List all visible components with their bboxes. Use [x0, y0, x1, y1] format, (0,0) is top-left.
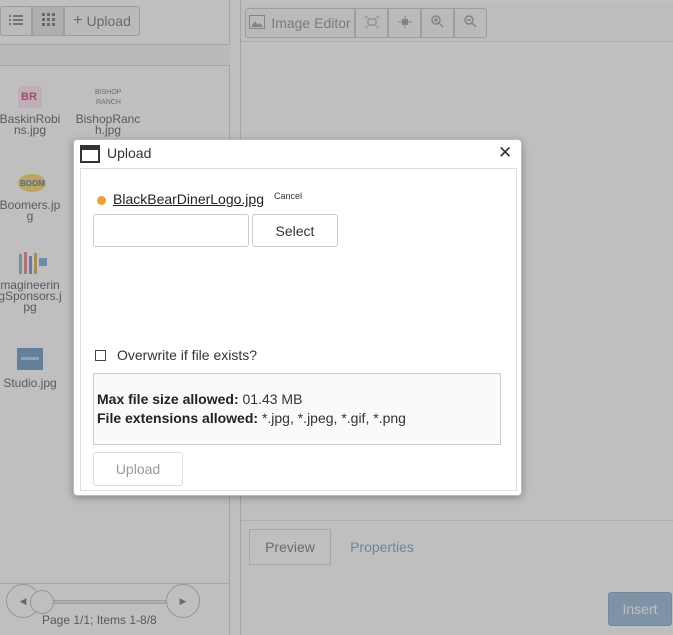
overwrite-row: Overwrite if file exists? — [95, 347, 257, 363]
upload-info-box: Max file size allowed: 01.43 MB File ext… — [93, 373, 501, 445]
dialog-titlebar: Upload ✕ — [74, 140, 523, 168]
overwrite-checkbox[interactable] — [95, 349, 106, 361]
select-button[interactable]: Select — [252, 214, 338, 247]
dialog-body: BlackBearDinerLogo.jpg Cancel Select Ove… — [80, 168, 517, 491]
upload-dialog: Upload ✕ BlackBearDinerLogo.jpg Cancel S… — [73, 139, 522, 496]
selected-file-row: BlackBearDinerLogo.jpg Cancel — [97, 191, 302, 207]
extensions-value: *.jpg, *.jpeg, *.gif, *.png — [261, 410, 406, 426]
status-dot — [97, 196, 106, 205]
extensions-label: File extensions allowed: — [97, 410, 259, 426]
extensions-line: File extensions allowed: *.jpg, *.jpeg, … — [97, 409, 497, 428]
file-path-input[interactable] — [93, 214, 249, 247]
close-icon[interactable]: ✕ — [498, 143, 512, 163]
window-icon — [80, 145, 100, 163]
max-size-label: Max file size allowed: — [97, 391, 239, 407]
selected-file-name: BlackBearDinerLogo.jpg — [113, 191, 264, 207]
dialog-title: Upload — [107, 145, 152, 161]
max-size-line: Max file size allowed: 01.43 MB — [97, 390, 497, 409]
cancel-file-link[interactable]: Cancel — [274, 191, 302, 201]
upload-button[interactable]: Upload — [93, 452, 183, 486]
overwrite-label[interactable]: Overwrite if file exists? — [117, 347, 257, 363]
max-size-value: 01.43 MB — [242, 391, 303, 407]
